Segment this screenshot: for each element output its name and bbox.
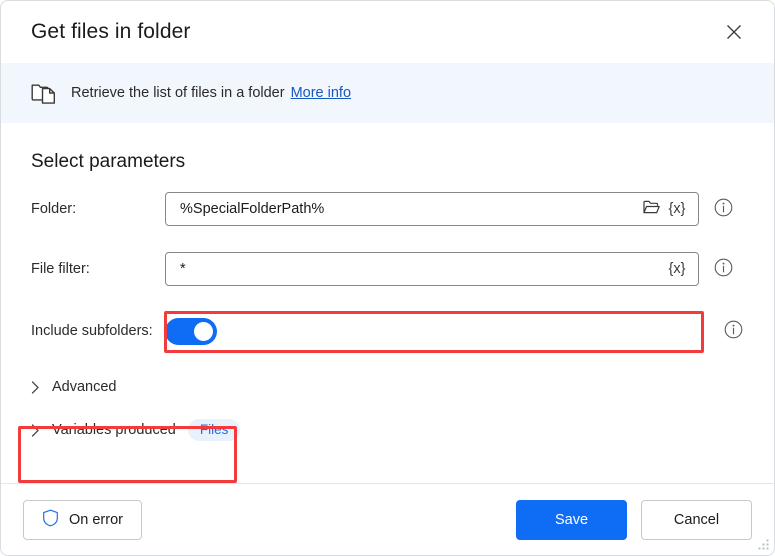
file-filter-variable-button[interactable]: {x} <box>664 256 690 282</box>
close-button[interactable] <box>712 12 756 52</box>
variable-badge-files[interactable]: Files <box>188 419 241 441</box>
section-title: Select parameters <box>31 151 744 173</box>
resize-grip-icon[interactable] <box>756 538 770 552</box>
cancel-button[interactable]: Cancel <box>641 500 752 540</box>
advanced-expander[interactable]: Advanced <box>31 379 117 395</box>
include-subfolders-label: Include subfolders: <box>31 323 165 339</box>
dialog-body: Select parameters Folder: {x} <box>1 123 774 483</box>
close-icon <box>726 24 742 40</box>
toggle-knob <box>194 322 213 341</box>
folder-input[interactable] <box>180 201 638 217</box>
dialog-titlebar: Get files in folder <box>1 1 774 63</box>
banner-text: Retrieve the list of files in a folder <box>71 85 285 101</box>
file-filter-input[interactable] <box>180 261 664 277</box>
variable-x-icon: {x} <box>669 262 686 277</box>
file-filter-field-row: File filter: {x} <box>31 251 744 287</box>
include-subfolders-row: Include subfolders: <box>31 313 744 349</box>
info-circle-icon <box>714 198 733 220</box>
info-circle-icon <box>714 258 733 280</box>
save-button[interactable]: Save <box>516 500 627 540</box>
variable-x-icon: {x} <box>669 202 686 217</box>
get-files-in-folder-dialog: Get files in folder Retrieve the list of… <box>0 0 775 556</box>
open-folder-icon <box>643 200 660 218</box>
chevron-right-icon <box>31 424 40 437</box>
folder-field-row: Folder: {x} <box>31 191 744 227</box>
file-filter-label: File filter: <box>31 261 165 277</box>
on-error-button[interactable]: On error <box>23 500 142 540</box>
include-subfolders-toggle[interactable] <box>165 318 217 345</box>
folder-label: Folder: <box>31 201 165 217</box>
variables-produced-expander[interactable]: Variables produced Files <box>31 419 240 441</box>
shield-icon <box>42 509 59 531</box>
advanced-label: Advanced <box>52 379 117 395</box>
include-subfolders-info-button[interactable] <box>722 320 744 342</box>
info-circle-icon <box>724 320 743 342</box>
folder-variable-button[interactable]: {x} <box>664 196 690 222</box>
more-info-link[interactable]: More info <box>291 85 351 101</box>
variables-produced-label: Variables produced <box>52 422 176 438</box>
file-filter-input-wrapper[interactable]: {x} <box>165 252 699 286</box>
file-filter-info-button[interactable] <box>712 258 734 280</box>
dialog-title: Get files in folder <box>31 20 712 44</box>
folder-input-wrapper[interactable]: {x} <box>165 192 699 226</box>
folder-file-icon <box>31 81 57 105</box>
dialog-footer: On error Save Cancel <box>1 483 774 555</box>
chevron-right-icon <box>31 381 40 394</box>
description-banner: Retrieve the list of files in a folder M… <box>1 63 774 123</box>
folder-info-button[interactable] <box>712 198 734 220</box>
on-error-label: On error <box>69 512 123 528</box>
folder-picker-button[interactable] <box>638 196 664 222</box>
